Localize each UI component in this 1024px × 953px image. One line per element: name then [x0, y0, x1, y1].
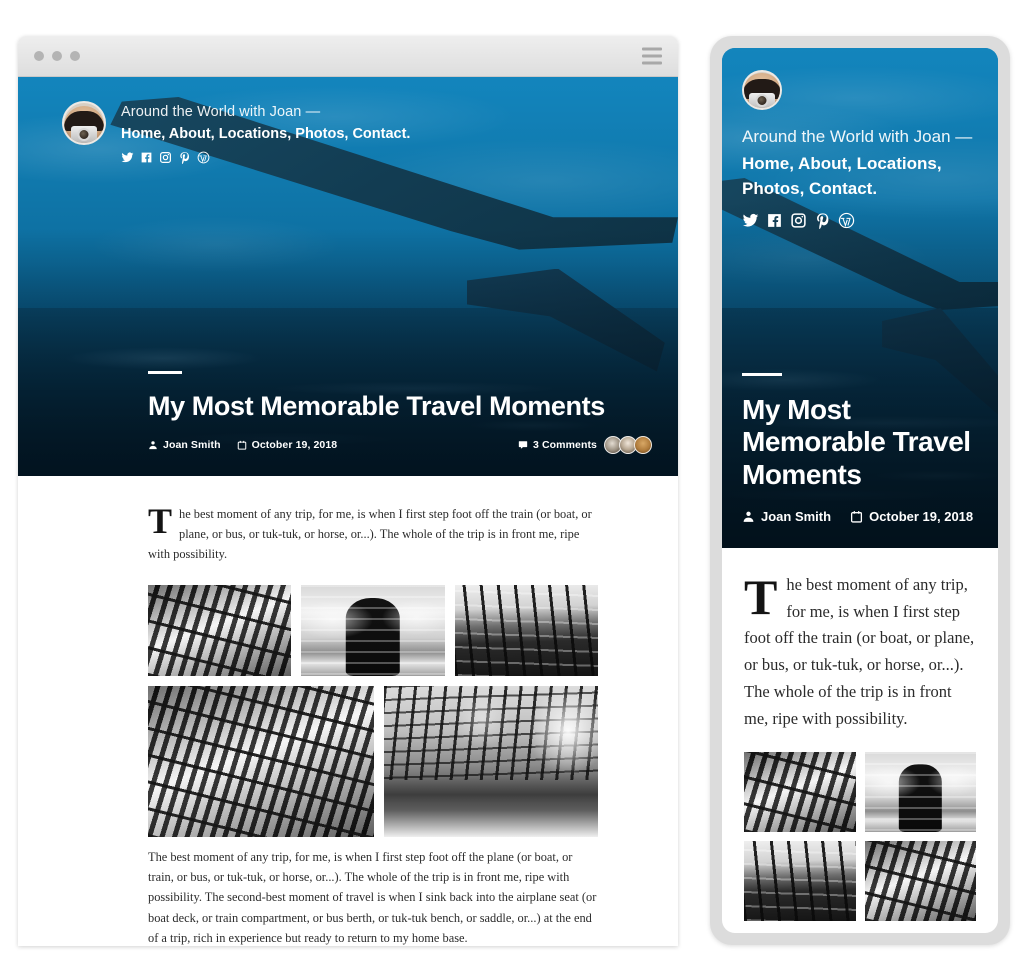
- comment-icon: [518, 441, 528, 449]
- avatar: [62, 101, 106, 145]
- author-meta: Joan Smith: [742, 509, 831, 524]
- wordpress-icon[interactable]: [838, 212, 855, 234]
- article-body: The best moment of any trip, for me, is …: [18, 476, 678, 946]
- hero-title-block: My Most Memorable Travel Moments Joan Sm…: [148, 370, 652, 454]
- instagram-icon[interactable]: [159, 151, 172, 164]
- author-meta: Joan Smith: [148, 439, 221, 451]
- browser-chrome-bar: [18, 36, 678, 77]
- mobile-screen: Around the World with Joan — Home, About…: [722, 48, 998, 933]
- commenter-avatars: [604, 436, 652, 454]
- mobile-hero-title-block: My Most Memorable Travel Moments Joan Sm…: [742, 372, 978, 524]
- commenter-avatar: [634, 436, 652, 454]
- drop-cap: T: [148, 501, 173, 541]
- intro-paragraph: The best moment of any trip, for me, is …: [148, 501, 598, 564]
- title-rule: [148, 370, 182, 374]
- gallery-image[interactable]: [148, 686, 375, 838]
- calendar-icon: [237, 440, 246, 450]
- facebook-icon[interactable]: [140, 151, 153, 164]
- mobile-article-body: The best moment of any trip, for me, is …: [722, 548, 998, 922]
- social-links: [121, 151, 410, 164]
- intro-text: he best moment of any trip, for me, is w…: [148, 507, 592, 562]
- desktop-browser-mockup: Around the World with Joan — Home, About…: [18, 36, 678, 946]
- gallery-image[interactable]: [384, 686, 598, 838]
- window-traffic-lights: [34, 51, 80, 61]
- site-nav[interactable]: Home, About, Locations, Photos, Contact.: [121, 124, 410, 144]
- social-links: [742, 212, 978, 234]
- post-date: October 19, 2018: [869, 509, 974, 524]
- gallery-image[interactable]: [864, 752, 976, 833]
- hero-banner: Around the World with Joan — Home, About…: [18, 77, 678, 476]
- mobile-gallery: [744, 752, 976, 922]
- intro-paragraph: The best moment of any trip, for me, is …: [744, 572, 976, 732]
- window-close-dot[interactable]: [34, 51, 44, 61]
- drop-cap: T: [744, 569, 778, 625]
- gallery-row-2: [148, 686, 598, 838]
- date-meta: October 19, 2018: [850, 509, 973, 524]
- window-maximize-dot[interactable]: [70, 51, 80, 61]
- screenshot-stage: Around the World with Joan — Home, About…: [0, 0, 1024, 953]
- window-minimize-dot[interactable]: [52, 51, 62, 61]
- mobile-site-header: Around the World with Joan — Home, About…: [722, 48, 998, 234]
- comments-count-label: 3 Comments: [532, 439, 597, 451]
- hamburger-icon[interactable]: [642, 47, 662, 65]
- user-icon: [149, 441, 157, 450]
- gallery-image[interactable]: [454, 585, 598, 677]
- site-header: Around the World with Joan — Home, About…: [18, 77, 678, 164]
- title-rule: [742, 372, 782, 376]
- author-name: Joan Smith: [761, 509, 832, 524]
- page-title: My Most Memorable Travel Moments: [742, 393, 971, 490]
- mobile-hero-banner: Around the World with Joan — Home, About…: [722, 48, 998, 548]
- pinterest-icon[interactable]: [814, 212, 831, 234]
- gallery-image[interactable]: [301, 585, 445, 677]
- gallery-image[interactable]: [744, 841, 856, 922]
- avatar: [742, 70, 782, 110]
- mobile-device-mockup: Around the World with Joan — Home, About…: [710, 36, 1010, 945]
- date-meta: October 19, 2018: [237, 439, 338, 451]
- instagram-icon[interactable]: [790, 212, 807, 234]
- post-meta: Joan Smith October 19, 2018: [742, 509, 978, 524]
- facebook-icon[interactable]: [766, 212, 783, 234]
- post-date: October 19, 2018: [251, 439, 338, 451]
- gallery-image[interactable]: [148, 585, 292, 677]
- calendar-icon: [851, 511, 863, 523]
- paragraph-2: The best moment of any trip, for me, is …: [148, 850, 597, 945]
- wordpress-icon[interactable]: [197, 151, 210, 164]
- twitter-icon[interactable]: [742, 212, 759, 234]
- author-name: Joan Smith: [163, 439, 221, 451]
- pinterest-icon[interactable]: [178, 151, 191, 164]
- comments-meta[interactable]: 3 Comments: [518, 439, 597, 451]
- twitter-icon[interactable]: [121, 151, 134, 164]
- gallery-image[interactable]: [744, 752, 856, 833]
- page-title: My Most Memorable Travel Moments: [148, 390, 605, 421]
- site-tagline: Around the World with Joan —: [121, 104, 321, 120]
- post-meta: Joan Smith October 19, 2018 3 Comments: [148, 436, 652, 454]
- gallery-row-1: [148, 585, 598, 677]
- site-nav[interactable]: Home, About, Locations, Photos, Contact.: [742, 151, 978, 202]
- site-tagline: Around the World with Joan —: [742, 127, 973, 146]
- gallery-image[interactable]: [864, 841, 976, 922]
- user-icon: [743, 511, 754, 522]
